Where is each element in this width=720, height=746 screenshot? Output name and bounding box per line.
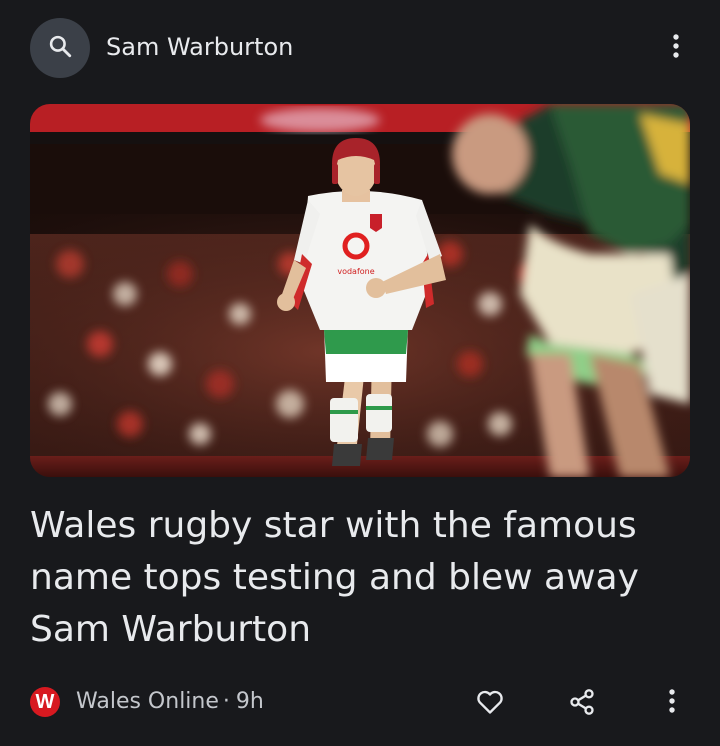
source-logo: W [30, 687, 60, 717]
article-headline[interactable]: Wales rugby star with the famous name to… [30, 500, 690, 656]
search-icon [47, 33, 73, 63]
share-button[interactable] [562, 684, 602, 724]
source-name: Wales Online [76, 689, 219, 714]
article-image[interactable]: vodafone [30, 104, 690, 477]
search-query[interactable]: Sam Warburton [106, 30, 293, 64]
more-options-button[interactable] [664, 28, 688, 68]
more-vert-icon [672, 33, 680, 63]
more-vert-icon [668, 688, 676, 718]
source-info[interactable]: Wales Online · 9h [76, 687, 264, 717]
heart-icon [476, 689, 504, 719]
article-more-button[interactable] [660, 683, 684, 723]
share-icon [568, 688, 596, 720]
svg-text:vodafone: vodafone [337, 267, 374, 276]
separator: · [222, 689, 230, 714]
article-age: 9h [235, 689, 264, 714]
search-header: Sam Warburton [0, 0, 720, 100]
search-button[interactable] [30, 18, 90, 78]
like-button[interactable] [470, 684, 510, 724]
article-meta: W Wales Online · 9h [30, 680, 690, 726]
